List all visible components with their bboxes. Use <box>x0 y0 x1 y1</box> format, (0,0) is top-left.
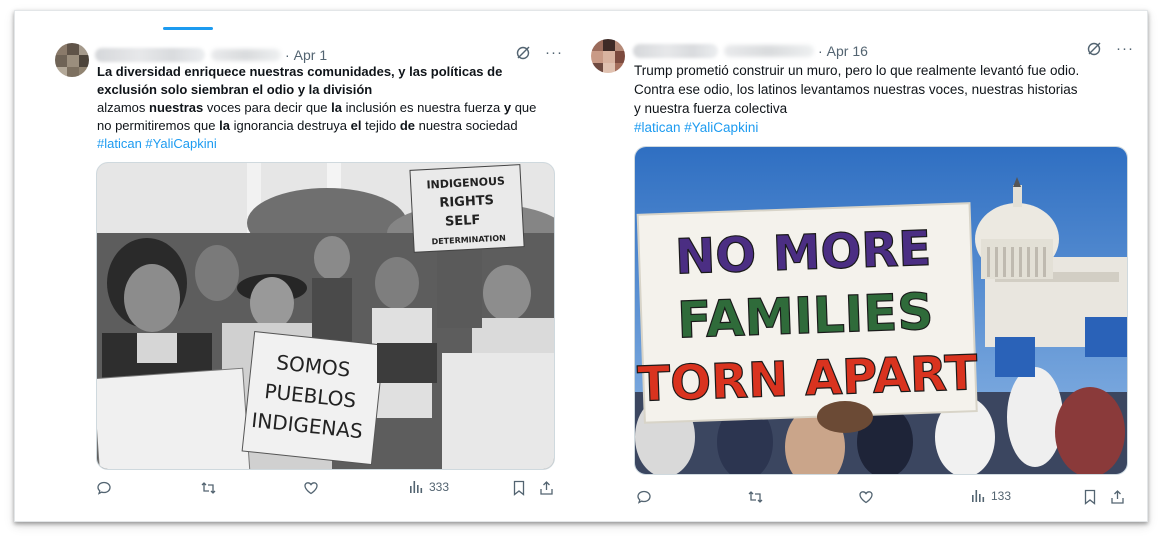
share-icon <box>540 481 553 495</box>
tweet-text-line: y nuestra fuerza colectiva <box>634 101 788 116</box>
reply-button[interactable] <box>96 480 112 496</box>
reply-icon <box>97 481 111 495</box>
bookmark-button[interactable] <box>512 480 526 496</box>
tweet-text: La diversidad enriquece nuestras comunid… <box>97 63 557 153</box>
retweet-button[interactable] <box>747 489 764 505</box>
views-icon <box>410 481 423 493</box>
more-icon[interactable]: ··· <box>1116 41 1134 56</box>
tweet-media-image[interactable]: NO MORE FAMILIES TORN APART <box>634 146 1128 475</box>
sign-text: TORN APART <box>637 345 979 413</box>
sign-text: FAMILIES <box>676 283 934 350</box>
reply-button[interactable] <box>636 489 652 505</box>
sign-text: SELF <box>445 213 481 230</box>
screenshot-frame: · Apr 1 ··· La diversidad enriquece nues… <box>14 10 1148 522</box>
bookmark-icon <box>513 480 525 496</box>
retweet-icon <box>201 482 216 494</box>
tweet-actions: 333 <box>96 480 556 500</box>
separator-dot: · <box>285 47 290 63</box>
author-handle-redacted[interactable] <box>724 45 814 57</box>
views-count: 133 <box>991 489 1012 503</box>
protest-photo: INDIGENOUS RIGHTS SELF DETERMINATION SOM… <box>97 163 554 469</box>
grok-icon[interactable] <box>515 45 531 61</box>
author-handle-redacted[interactable] <box>211 49 281 61</box>
tweet-top-icons: ··· <box>1086 41 1134 57</box>
share-button[interactable] <box>539 480 554 496</box>
tweet-header: · Apr 1 <box>95 45 327 65</box>
like-icon <box>859 491 873 504</box>
more-icon[interactable]: ··· <box>545 45 563 60</box>
sign-text: NO MORE <box>674 221 932 286</box>
tweet-actions: 133 <box>636 489 1126 509</box>
separator-dot: · <box>818 43 823 59</box>
like-button[interactable] <box>858 489 874 505</box>
tweet-hashtags[interactable]: #latican #YaliCapkini <box>634 118 1134 137</box>
views-button[interactable]: 133 <box>971 489 1011 503</box>
bookmark-button[interactable] <box>1083 489 1097 505</box>
tab-indicator <box>163 27 213 30</box>
tweet-text-line: alzamos nuestras voces para decir que la… <box>97 100 537 115</box>
tweet-top-icons: ··· <box>515 45 563 61</box>
avatar[interactable] <box>55 43 89 77</box>
tweet-date[interactable]: Apr 1 <box>294 47 327 63</box>
views-button[interactable]: 333 <box>409 480 449 494</box>
tweet-media-image[interactable]: INDIGENOUS RIGHTS SELF DETERMINATION SOM… <box>96 162 555 470</box>
avatar[interactable] <box>591 39 625 73</box>
tweet-text-bold: La diversidad enriquece nuestras comunid… <box>97 64 503 97</box>
sign-text: RIGHTS <box>439 193 494 211</box>
grok-icon[interactable] <box>1086 41 1102 57</box>
views-count: 333 <box>429 480 450 494</box>
tweet-text-line: Trump prometió construir un muro, pero l… <box>634 63 1080 78</box>
views-icon <box>972 490 985 502</box>
like-button[interactable] <box>303 480 319 496</box>
tweet-text-line: Contra ese odio, los latinos levantamos … <box>634 82 1078 97</box>
tweet-text-line: no permitiremos que la ignorancia destru… <box>97 118 518 133</box>
tweet-text: Trump prometió construir un muro, pero l… <box>634 61 1134 137</box>
protest-photo: NO MORE FAMILIES TORN APART <box>635 147 1127 474</box>
reply-icon <box>637 490 651 504</box>
share-button[interactable] <box>1110 489 1125 505</box>
retweet-icon <box>748 491 763 503</box>
like-icon <box>304 482 318 495</box>
tweet-date[interactable]: Apr 16 <box>827 43 868 59</box>
retweet-button[interactable] <box>200 480 217 496</box>
tweet-header: · Apr 16 <box>633 41 868 61</box>
author-name-redacted[interactable] <box>95 48 205 62</box>
bookmark-icon <box>1084 489 1096 505</box>
tweet-hashtags[interactable]: #latican #YaliCapkini <box>97 135 557 153</box>
author-name-redacted[interactable] <box>633 44 718 58</box>
share-icon <box>1111 490 1124 504</box>
